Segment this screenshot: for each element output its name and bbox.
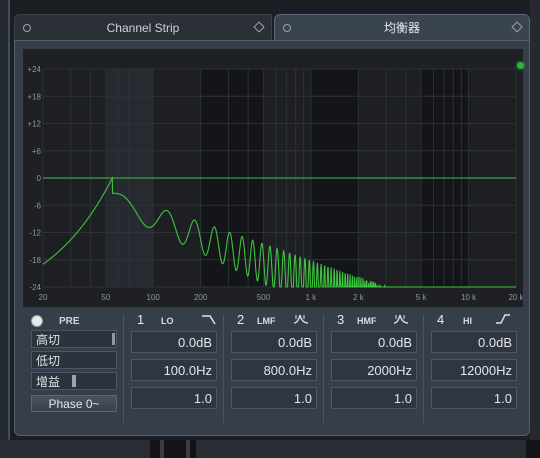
band-gain-field[interactable]: 0.0dB	[131, 331, 217, 353]
band-2: 2 LMF 0.0dB 800.0Hz 1.0	[231, 309, 327, 429]
band-q-field[interactable]: 1.0	[231, 387, 317, 409]
band-number: 2	[237, 312, 245, 327]
tab-power-icon[interactable]	[23, 24, 31, 32]
eq-controls: PRE 高切 低切 增益 Phase 0~ 1 LO 0.0dB 100.0Hz…	[23, 309, 523, 429]
band-4: 4 HI 0.0dB 12000Hz 1.0	[431, 309, 527, 429]
status-led-icon	[517, 62, 524, 69]
equalizer-panel: +24 +18 +12 +6 0 -6 -12 -18 -24 20 50 100 200 500 1 k 2…	[14, 40, 530, 436]
phase-label: Phase 0~	[48, 396, 100, 411]
y-tick-label: 0	[37, 174, 42, 183]
band-3: 3 HMF 0.0dB 2000Hz 1.0	[331, 309, 427, 429]
pre-radio-icon[interactable]	[31, 315, 43, 327]
tab-label: Channel Strip	[106, 20, 180, 35]
y-tick-label: +6	[32, 147, 42, 156]
band-number: 3	[337, 312, 345, 327]
x-tick-label: 50	[101, 293, 110, 302]
x-tick-label: 20 k	[508, 293, 523, 302]
low-cut-label: 低切	[36, 353, 61, 368]
y-tick-label: +24	[27, 65, 41, 74]
x-tick-label: 5 k	[416, 293, 428, 302]
y-tick-label: -18	[29, 256, 41, 265]
band-name: LMF	[257, 316, 276, 326]
bottom-strip	[0, 440, 540, 458]
diamond-icon[interactable]	[511, 21, 523, 33]
band-q-field[interactable]: 1.0	[431, 387, 517, 409]
x-tick-label: 100	[147, 293, 161, 302]
x-tick-label: 10 k	[461, 293, 477, 302]
band-frequency-field[interactable]: 100.0Hz	[131, 359, 217, 381]
tab-label: 均衡器	[383, 21, 420, 35]
high-cut-button[interactable]: 高切	[31, 330, 117, 348]
high-shelf-filter-icon[interactable]	[495, 312, 511, 326]
tab-equalizer[interactable]: 均衡器	[274, 14, 530, 40]
eq-graph[interactable]: +24 +18 +12 +6 0 -6 -12 -18 -24 20 50 100 200 500 1 k 2…	[23, 49, 524, 307]
x-tick-label: 1 k	[306, 293, 318, 302]
y-tick-label: -6	[34, 201, 42, 210]
y-tick-label: +12	[27, 120, 41, 129]
pre-toggle[interactable]: PRE	[31, 313, 123, 329]
right-panel-edge	[530, 0, 540, 440]
band-q-field[interactable]: 1.0	[331, 387, 417, 409]
band-gain-field[interactable]: 0.0dB	[231, 331, 317, 353]
band-number: 4	[437, 312, 445, 327]
tab-bar: Channel Strip 均衡器	[14, 14, 530, 40]
band-q-field[interactable]: 1.0	[131, 387, 217, 409]
tab-channel-strip[interactable]: Channel Strip	[14, 14, 272, 40]
band-separator	[123, 315, 124, 423]
band-header: 3 HMF	[331, 312, 427, 328]
band-frequency-field[interactable]: 2000Hz	[331, 359, 417, 381]
gain-label: 增益	[36, 374, 61, 389]
diamond-icon[interactable]	[253, 21, 265, 33]
band-gain-field[interactable]: 0.0dB	[431, 331, 517, 353]
gain-slider[interactable]: 增益	[31, 372, 117, 390]
peak-filter-icon[interactable]	[293, 312, 309, 326]
high-cut-label: 高切	[36, 332, 61, 347]
band-number: 1	[137, 312, 145, 327]
y-tick-label: -12	[29, 229, 41, 238]
slider-mark	[112, 333, 115, 345]
pre-label: PRE	[59, 315, 80, 327]
phase-button[interactable]: Phase 0~	[31, 395, 117, 412]
eq-curve-display[interactable]: +24 +18 +12 +6 0 -6 -12 -18 -2420 50 100 200 500 1 k 2…	[23, 49, 523, 307]
low-cut-button[interactable]: 低切	[31, 351, 117, 369]
band-name: HMF	[357, 316, 377, 326]
band-header: 4 HI	[431, 312, 527, 328]
slider-handle[interactable]	[72, 375, 76, 387]
band-name: LO	[161, 316, 174, 326]
band-header: 2 LMF	[231, 312, 327, 328]
peak-filter-icon[interactable]	[393, 312, 409, 326]
x-tick-label: 2 k	[353, 293, 365, 302]
x-tick-label: 500	[257, 293, 271, 302]
band-frequency-field[interactable]: 12000Hz	[431, 359, 517, 381]
x-tick-label: 20	[39, 293, 48, 302]
y-tick-label: -24	[29, 283, 41, 292]
x-tick-label: 200	[194, 293, 208, 302]
band-header: 1 LO	[131, 312, 227, 328]
tab-power-icon[interactable]	[283, 24, 291, 32]
left-panel-edge	[0, 0, 10, 440]
band-gain-field[interactable]: 0.0dB	[331, 331, 417, 353]
band-frequency-field[interactable]: 800.0Hz	[231, 359, 317, 381]
high-pass-filter-icon[interactable]	[201, 312, 217, 326]
band-1: 1 LO 0.0dB 100.0Hz 1.0	[131, 309, 227, 429]
band-name: HI	[463, 316, 472, 326]
y-tick-label: +18	[27, 92, 41, 101]
